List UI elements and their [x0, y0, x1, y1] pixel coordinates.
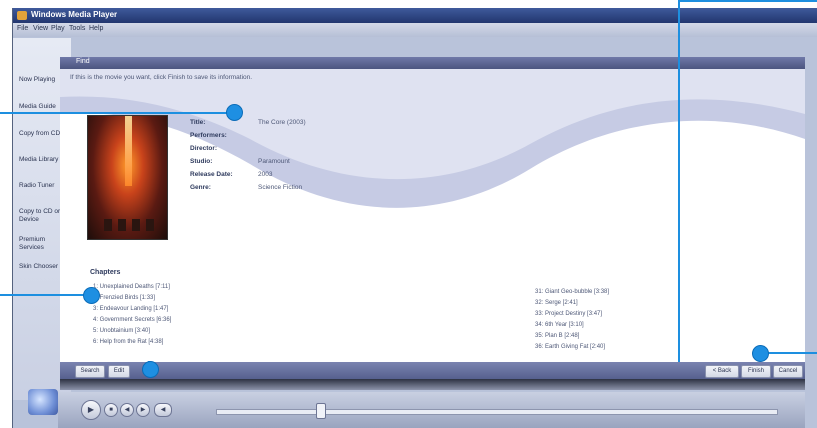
chapter-item[interactable]: 3: Endeavour Landing [1:47] [93, 306, 168, 312]
field-value-studio: Paramount [258, 158, 290, 165]
mute-icon[interactable]: ◀ [154, 403, 172, 417]
sidebar-item-label: Skin Chooser [19, 263, 59, 270]
menu-help[interactable]: Help [89, 25, 103, 32]
action-bar: Search Edit < Back Finish Cancel [60, 362, 805, 379]
edit-button[interactable]: Edit [108, 365, 130, 378]
sidebar-item-label: Media Guide [19, 103, 56, 110]
cover-beam [125, 116, 132, 186]
stop-icon[interactable]: ■ [104, 403, 118, 417]
callout-line [678, 0, 817, 2]
chapter-item[interactable]: 35: Plan B [2:48] [535, 333, 579, 339]
cover-figure [118, 219, 126, 231]
play-icon[interactable]: ▶ [81, 400, 101, 420]
callout-marker [226, 104, 243, 121]
sidebar-item-label: Copy to CD or Device [19, 208, 61, 223]
chapter-item[interactable]: 34: 6th Year [3:10] [535, 322, 584, 328]
field-label-release-date: Release Date: [190, 171, 233, 178]
back-button[interactable]: < Back [705, 365, 739, 378]
chapter-item[interactable]: 31: Giant Geo-bubble [3:38] [535, 289, 609, 295]
transport-controls: ▶ ■ ◀ ▶ ◀ [58, 392, 805, 428]
menu-tools[interactable]: Tools [69, 25, 85, 32]
chapter-item[interactable]: 6: Help from the Rat [4:38] [93, 339, 163, 345]
next-icon[interactable]: ▶ [136, 403, 150, 417]
field-label-performers: Performers: [190, 132, 227, 139]
instruction-text: If this is the movie you want, click Fin… [70, 74, 253, 81]
chapter-item[interactable]: 4: Government Secrets [6:36] [93, 317, 171, 323]
sidebar-item-label: Radio Tuner [19, 182, 55, 189]
sidebar-item-label: Now Playing [19, 76, 56, 83]
field-label-studio: Studio: [190, 158, 213, 165]
field-label-genre: Genre: [190, 184, 211, 191]
app-icon [17, 11, 27, 20]
decorative-wave [60, 69, 805, 208]
cover-figure [104, 219, 112, 231]
title-bar: Windows Media Player [13, 8, 817, 23]
sidebar-item-label: Media Library [19, 156, 59, 163]
seek-bar[interactable] [216, 409, 778, 415]
chapter-item[interactable]: 5: Unobtainium [3:40] [93, 328, 150, 334]
window-title: Windows Media Player [31, 10, 118, 19]
seek-thumb[interactable] [316, 403, 326, 419]
field-value-title: The Core (2003) [258, 119, 306, 126]
panel-header: Find [60, 57, 805, 69]
chapter-item[interactable]: 33: Project Destiny [3:47] [535, 311, 602, 317]
callout-line [678, 0, 680, 362]
field-label-director: Director: [190, 145, 218, 152]
callout-line [0, 112, 232, 114]
chapter-item[interactable]: 36: Earth Giving Fat [2:40] [535, 344, 605, 350]
previous-icon[interactable]: ◀ [120, 403, 134, 417]
status-strip [60, 379, 805, 390]
sidebar-item-label: Copy from CD [19, 130, 61, 137]
media-player-logo-icon [28, 389, 58, 415]
cover-figure [146, 219, 154, 231]
finish-button[interactable]: Finish [741, 365, 771, 378]
callout-line [0, 294, 90, 296]
field-label-title: Title: [190, 119, 206, 126]
callout-marker [752, 345, 769, 362]
menu-play[interactable]: Play [51, 25, 65, 32]
menu-bar: File View Play Tools Help [13, 23, 817, 37]
field-value-genre: Science Fiction [258, 184, 303, 191]
chapter-item[interactable]: 1: Unexplained Deaths [7:11] [93, 284, 170, 290]
menu-view[interactable]: View [33, 25, 48, 32]
cover-figure [132, 219, 140, 231]
callout-marker [142, 361, 159, 378]
callout-marker [83, 287, 100, 304]
field-value-release-date: 2003 [258, 171, 273, 178]
dvd-cover-art [87, 115, 168, 240]
search-button[interactable]: Search [75, 365, 105, 378]
menu-file[interactable]: File [17, 25, 28, 32]
media-info-panel: Find If this is the movie you want, clic… [60, 57, 805, 369]
sidebar-item-label: Premium Services [19, 236, 46, 251]
panel-header-title: Find [76, 58, 90, 65]
chapter-item[interactable]: 32: Serge [2:41] [535, 300, 578, 306]
cancel-button[interactable]: Cancel [773, 365, 803, 378]
chapter-item[interactable]: 2: Frenzied Birds [1:33] [93, 295, 155, 301]
chapters-heading: Chapters [90, 269, 121, 276]
